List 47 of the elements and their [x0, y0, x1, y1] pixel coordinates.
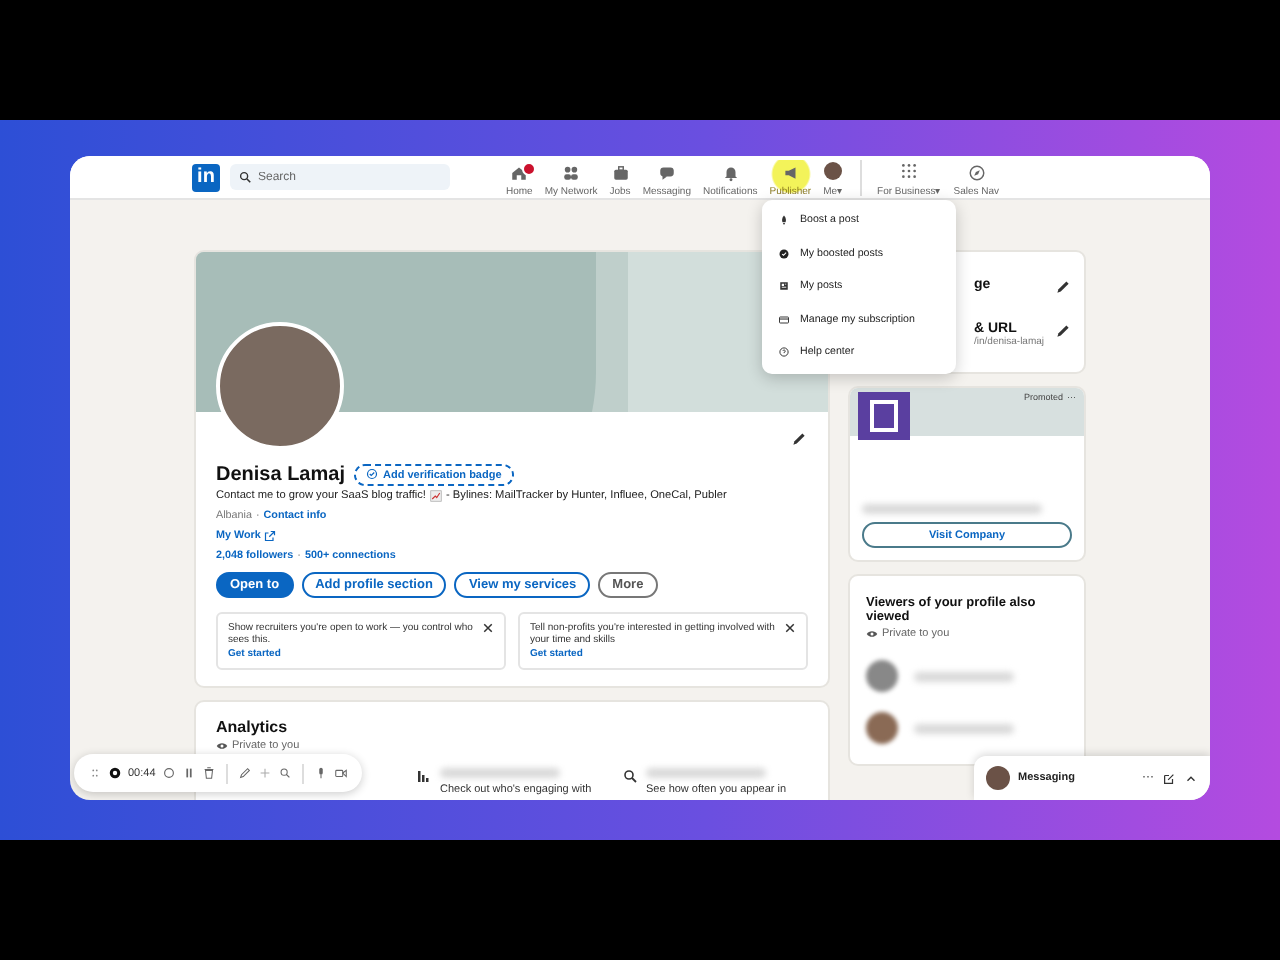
search-icon	[622, 768, 638, 784]
chevron-up-icon[interactable]	[1184, 771, 1198, 785]
bar-chart-icon	[416, 768, 432, 784]
pencil-icon[interactable]	[1054, 277, 1072, 295]
eye-icon	[866, 628, 878, 640]
avatar-icon	[986, 766, 1010, 790]
chart-icon	[430, 490, 442, 502]
grid-icon	[900, 162, 919, 180]
pencil-icon[interactable]	[1054, 321, 1072, 339]
card-icon	[778, 313, 790, 326]
blurred-text	[646, 768, 766, 778]
external-link-icon	[264, 530, 277, 542]
avatar-icon	[824, 162, 843, 180]
avatar-placeholder	[866, 660, 898, 692]
blurred-text	[914, 671, 1014, 681]
company-logo-icon	[858, 392, 910, 440]
check-badge-icon	[778, 247, 790, 260]
bell-icon	[721, 164, 740, 182]
pause-icon[interactable]	[181, 766, 196, 780]
briefcase-icon	[611, 164, 630, 182]
document-icon	[778, 280, 790, 293]
close-icon[interactable]	[784, 622, 796, 634]
house-icon	[510, 164, 529, 182]
trash-icon[interactable]	[201, 766, 216, 780]
help-icon	[778, 346, 790, 359]
record-icon[interactable]	[108, 766, 122, 780]
microphone-icon[interactable]	[313, 766, 328, 780]
restart-icon[interactable]	[161, 766, 176, 780]
logo[interactable]: in	[192, 163, 220, 191]
blurred-text	[440, 768, 560, 778]
chat-bubble-icon	[657, 164, 676, 182]
check-circle-icon	[366, 468, 379, 480]
profile-name: Denisa Lamaj	[216, 464, 345, 486]
zoom-icon[interactable]	[277, 766, 292, 780]
camera-icon[interactable]	[333, 766, 348, 780]
eye-icon	[216, 740, 228, 752]
pencil-icon[interactable]	[790, 429, 808, 447]
close-icon[interactable]	[482, 622, 494, 634]
people-icon	[562, 164, 581, 182]
analytics-title: Analytics	[216, 718, 290, 736]
compass-icon	[967, 164, 986, 182]
megaphone-icon	[781, 164, 800, 182]
search-icon	[238, 170, 252, 184]
blurred-text	[914, 723, 1014, 733]
compose-icon[interactable]	[1162, 771, 1176, 785]
avatar-placeholder	[866, 712, 898, 744]
rocket-icon	[778, 214, 790, 227]
